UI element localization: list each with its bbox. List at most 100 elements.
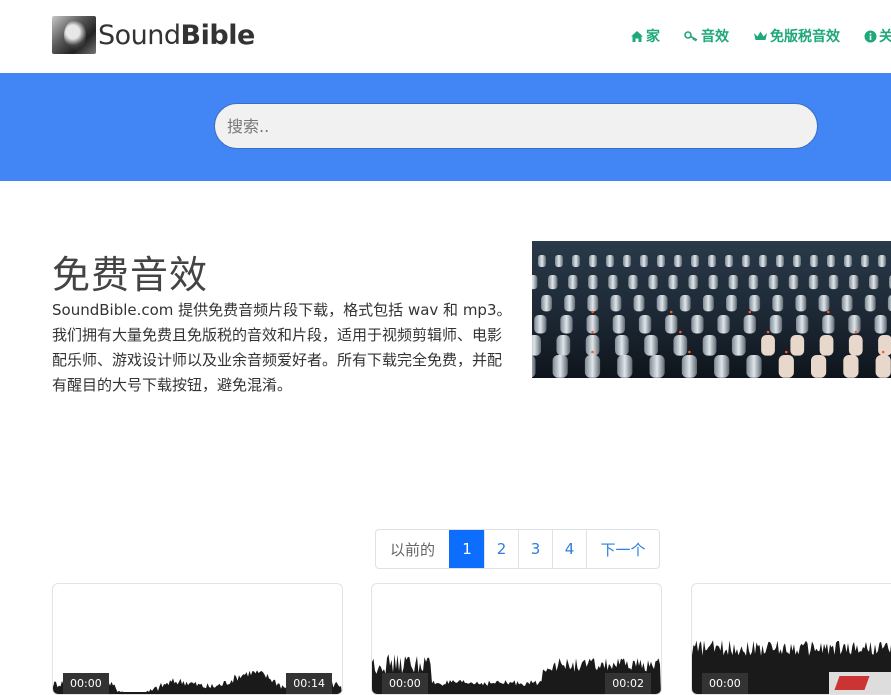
info-icon: [864, 30, 877, 42]
mixer-knob: [560, 315, 573, 334]
mixer-knob: [617, 355, 633, 378]
sound-card[interactable]: 00:00 00:14: [52, 583, 343, 695]
site-header: SoundBible 家 音效 免版税音效 关: [0, 0, 891, 73]
mixer-knob: [679, 295, 691, 312]
mixer-led: [854, 330, 858, 334]
key-icon: [684, 30, 698, 41]
mixer-knob: [828, 275, 839, 290]
mixer-knob: [610, 295, 622, 312]
logo-text-light: Sound: [98, 19, 181, 51]
mixer-knob: [731, 335, 746, 356]
mixer-knob: [810, 255, 818, 267]
nav-item-royalty-free[interactable]: 免版税音效: [753, 26, 840, 46]
mixer-knob: [681, 355, 697, 378]
nav-label: 音效: [701, 29, 729, 45]
mixer-knob: [869, 275, 879, 290]
mixer-knob: [538, 255, 546, 267]
mixer-knob: [702, 295, 714, 312]
mixer-knob: [541, 295, 552, 312]
mixer-knob: [633, 295, 645, 312]
logo-text-bold: Bible: [180, 19, 256, 51]
mixer-knob: [556, 335, 571, 356]
pagination-page-3[interactable]: 3: [518, 530, 552, 568]
duration: 00:14: [286, 673, 332, 694]
mixer-knob: [644, 335, 658, 356]
mixer-knob: [640, 255, 648, 267]
mixer-knob: [878, 335, 891, 356]
mixer-knob: [691, 315, 704, 334]
mixer-knob: [795, 295, 807, 312]
mixer-knob: [708, 275, 718, 290]
mixer-knob: [841, 295, 853, 312]
mixer-knob: [589, 255, 597, 267]
crown-icon: [754, 31, 767, 40]
mixer-knob: [532, 275, 538, 290]
mixer-knob: [665, 315, 678, 334]
mixer-knob: [743, 315, 756, 334]
mixer-knob: [606, 255, 614, 267]
mixer-knob: [748, 275, 759, 290]
pagination-page-4[interactable]: 4: [552, 530, 586, 568]
mixer-knob: [776, 255, 784, 267]
mixer-knob: [628, 275, 638, 290]
nav-label: 家: [646, 29, 660, 45]
mixer-led: [881, 350, 885, 354]
sound-card[interactable]: 00:00 00:02: [371, 583, 662, 695]
mixer-knob: [552, 355, 568, 378]
mixer-knob: [564, 295, 576, 312]
mixer-knob: [657, 255, 665, 267]
mixer-knob: [584, 355, 601, 378]
sound-card[interactable]: 00:00: [691, 583, 891, 695]
pagination: 以前的 1 2 3 4 下一个: [375, 529, 660, 569]
site-logo[interactable]: SoundBible: [52, 16, 255, 54]
mixer-led: [688, 350, 691, 354]
pagination-page-2[interactable]: 2: [484, 530, 518, 568]
mixer-knob: [848, 335, 863, 356]
mixer-knob: [778, 355, 794, 378]
mixer-knob: [790, 335, 805, 356]
mixer-knob: [795, 315, 809, 334]
search-input[interactable]: [214, 103, 818, 149]
hero-description: SoundBible.com 提供免费音频片段下载，格式包括 wav 和 mp3…: [52, 301, 512, 394]
mixer-illustration: [532, 241, 891, 378]
mixer-knob: [532, 335, 541, 356]
mixer-knob: [793, 255, 801, 267]
mixer-knob: [688, 275, 698, 290]
mixer-knob: [714, 355, 730, 378]
start-time: 00:00: [63, 673, 109, 694]
mixer-knob: [534, 315, 547, 334]
nav-item-about[interactable]: 关: [864, 26, 891, 46]
home-icon: [631, 30, 643, 42]
page-title: 免费音效: [52, 253, 209, 297]
mixer-knob: [761, 335, 775, 356]
mixer-led: [748, 310, 752, 314]
mixer-knob: [532, 355, 536, 378]
mixer-knob: [673, 335, 688, 356]
mixer-knob: [648, 275, 658, 290]
nav-item-home[interactable]: 家: [630, 26, 660, 46]
mixer-knob: [638, 315, 652, 334]
start-time: 00:00: [702, 673, 748, 694]
pagination-prev[interactable]: 以前的: [376, 530, 449, 568]
mixer-knob: [702, 335, 717, 356]
mixer-knob: [728, 275, 739, 290]
mixer-knob: [548, 275, 558, 290]
logo-wordmark: SoundBible: [98, 20, 255, 51]
mixer-knob: [746, 355, 762, 378]
mixer-knob: [588, 275, 598, 290]
mixer-knob: [818, 295, 830, 312]
nav-item-sound-effects[interactable]: 音效: [684, 26, 729, 46]
mixer-led: [591, 310, 594, 314]
mixer-knob: [827, 255, 835, 267]
mixer-console-image: [532, 241, 891, 378]
pagination-page-1[interactable]: 1: [449, 530, 484, 568]
mixer-knob: [772, 295, 784, 312]
pagination-next[interactable]: 下一个: [586, 530, 659, 568]
mixer-knob: [874, 315, 887, 334]
mixer-knob: [875, 355, 891, 378]
mixer-knob: [808, 275, 819, 290]
mixer-knob: [749, 295, 761, 312]
mixer-knob: [848, 315, 861, 334]
mixer-knob: [819, 335, 834, 356]
mixer-knob: [708, 255, 716, 267]
